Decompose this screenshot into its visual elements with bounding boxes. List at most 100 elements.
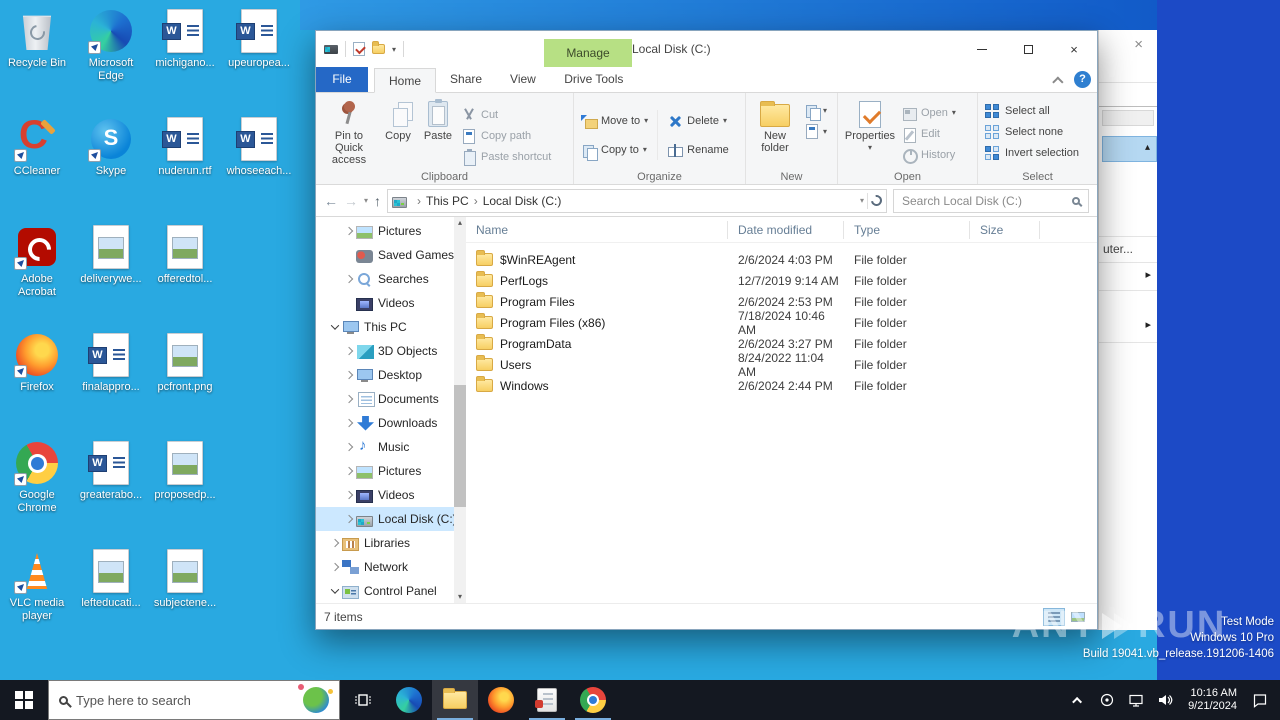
start-button[interactable]	[0, 680, 48, 720]
tab-drive-tools[interactable]: Drive Tools	[550, 67, 638, 92]
tray-volume-button[interactable]	[1155, 680, 1175, 720]
tree-item-downloads[interactable]: Downloads	[316, 411, 454, 435]
tab-share[interactable]: Share	[436, 67, 496, 92]
desktop-icon-skype[interactable]: Skype	[74, 112, 148, 220]
pin-to-quick-access-button[interactable]: Pin to Quick access	[320, 96, 378, 166]
desktop-icon-proposedp-image[interactable]: proposedp...	[148, 436, 222, 544]
chevron-right-icon[interactable]	[342, 442, 356, 452]
column-header-date-modified[interactable]: Date modified	[728, 220, 844, 239]
copy-button[interactable]: Copy	[378, 96, 418, 142]
forward-button[interactable]: →	[344, 194, 358, 208]
new-folder-button[interactable]: New folder	[750, 96, 800, 154]
new-folder-qat-button[interactable]	[372, 41, 385, 54]
cut-button[interactable]: Cut	[458, 104, 554, 125]
taskbar-clock[interactable]: 10:16 AM 9/21/2024	[1184, 687, 1241, 713]
background-window-close-icon[interactable]: ×	[1134, 36, 1143, 53]
easy-access-button[interactable]: ▾	[804, 123, 827, 139]
submenu-arrow-icon[interactable]: ▸	[1145, 268, 1151, 281]
chevron-right-icon[interactable]	[342, 226, 356, 236]
chevron-down-icon[interactable]	[328, 321, 342, 330]
up-button[interactable]: ↑	[374, 194, 381, 208]
desktop-icon-michigano-doc[interactable]: michigano...	[148, 4, 222, 112]
taskbar-chrome-button[interactable]	[570, 680, 616, 720]
desktop-icon-ccleaner[interactable]: CCleaner	[0, 112, 74, 220]
copy-path-button[interactable]: Copy path	[458, 125, 554, 146]
desktop-icon-greaterabo-doc[interactable]: greaterabo...	[74, 436, 148, 544]
rename-button[interactable]: Rename	[664, 139, 732, 160]
scroll-down-icon[interactable]: ▾	[454, 591, 466, 603]
customize-toolbar-caret-icon[interactable]: ▾	[392, 45, 396, 54]
chevron-right-icon[interactable]	[342, 490, 356, 500]
tree-item-videos-pc[interactable]: Videos	[316, 483, 454, 507]
details-view-button[interactable]	[1043, 607, 1065, 626]
tray-expand-button[interactable]	[1068, 680, 1088, 720]
maximize-button[interactable]	[1005, 31, 1051, 67]
tree-item-documents[interactable]: Documents	[316, 387, 454, 411]
tree-item-desktop[interactable]: Desktop	[316, 363, 454, 387]
recent-locations-caret-icon[interactable]: ▾	[364, 196, 368, 205]
tree-item-network[interactable]: Network	[316, 555, 454, 579]
tree-item-searches[interactable]: Searches	[316, 267, 454, 291]
properties-qat-button[interactable]	[353, 42, 365, 56]
file-row-windows[interactable]: Windows 2/6/2024 2:44 PM File folder	[466, 375, 1097, 396]
chevron-right-icon[interactable]	[342, 514, 356, 524]
tree-item-control-panel[interactable]: Control Panel	[316, 579, 454, 603]
background-window-scroll-up-button[interactable]	[1102, 136, 1157, 162]
chevron-right-icon[interactable]	[342, 466, 356, 476]
tree-item-saved-games[interactable]: Saved Games	[316, 243, 454, 267]
file-row-users[interactable]: Users 8/24/2022 11:04 AM File folder	[466, 351, 1097, 379]
desktop-icon-google-chrome[interactable]: Google Chrome	[0, 436, 74, 544]
taskbar-search-input[interactable]: Type here to search	[48, 680, 340, 720]
history-button[interactable]: History	[898, 144, 959, 165]
breadcrumb-this-pc[interactable]: This PC	[426, 194, 469, 208]
move-to-button[interactable]: Move to ▾	[578, 110, 651, 131]
properties-button[interactable]: Properties ▾	[842, 96, 898, 154]
close-button[interactable]: ×	[1051, 31, 1097, 67]
desktop-icon-finalappro-doc[interactable]: finalappro...	[74, 328, 148, 436]
tree-item-local-disk-c[interactable]: Local Disk (C:)	[316, 507, 454, 531]
refresh-icon[interactable]	[868, 192, 885, 209]
taskbar-edge-button[interactable]	[386, 680, 432, 720]
file-row-perflogs[interactable]: PerfLogs 12/7/2019 9:14 AM File folder	[466, 270, 1097, 291]
tab-file[interactable]: File	[316, 67, 368, 92]
address-dropdown-caret-icon[interactable]: ▾	[860, 196, 864, 205]
tree-scrollbar[interactable]: ▴ ▾	[454, 217, 466, 603]
desktop-icon-lefteducati-image[interactable]: lefteducati...	[74, 544, 148, 652]
desktop-icon-deliverywe-image[interactable]: deliverywe...	[74, 220, 148, 328]
manage-contextual-tab[interactable]: Manage	[544, 39, 632, 67]
delete-button[interactable]: Delete ▾	[664, 110, 732, 131]
edit-button[interactable]: Edit	[898, 123, 959, 144]
tree-item-3d-objects[interactable]: 3D Objects	[316, 339, 454, 363]
desktop-icon-microsoft-edge[interactable]: Microsoft Edge	[74, 4, 148, 112]
column-header-size[interactable]: Size	[970, 220, 1040, 239]
file-row-winreagent[interactable]: $WinREAgent 2/6/2024 4:03 PM File folder	[466, 249, 1097, 270]
desktop-icon-nuderun-rtf[interactable]: nuderun.rtf	[148, 112, 222, 220]
background-window-menu-item[interactable]: uter...	[1103, 242, 1133, 256]
chevron-right-icon[interactable]	[342, 370, 356, 380]
select-none-button[interactable]: Select none	[982, 121, 1082, 142]
breadcrumb-local-disk[interactable]: Local Disk (C:)	[483, 194, 562, 208]
minimize-button[interactable]	[959, 31, 1005, 67]
tab-view[interactable]: View	[496, 67, 550, 92]
desktop-icon-vlc[interactable]: VLC media player	[0, 544, 74, 652]
open-button[interactable]: Open ▾	[898, 102, 959, 123]
chevron-right-icon[interactable]	[328, 538, 342, 548]
desktop-icon-recycle-bin[interactable]: Recycle Bin	[0, 4, 74, 112]
task-view-button[interactable]	[340, 680, 386, 720]
tree-item-pictures-pc[interactable]: Pictures	[316, 459, 454, 483]
tree-item-this-pc[interactable]: This PC	[316, 315, 454, 339]
desktop-icon-subjectene-image[interactable]: subjectene...	[148, 544, 222, 652]
tab-home[interactable]: Home	[374, 68, 437, 93]
address-bar[interactable]: › This PC › Local Disk (C:) ▾	[387, 188, 887, 213]
taskbar-file-explorer-button[interactable]	[432, 680, 478, 720]
background-window-button[interactable]	[1102, 110, 1154, 126]
tree-item-pictures[interactable]: Pictures	[316, 219, 454, 243]
column-header-name[interactable]: Name	[466, 220, 728, 239]
chevron-down-icon[interactable]	[328, 585, 342, 594]
help-icon[interactable]	[1074, 71, 1091, 88]
chevron-right-icon[interactable]	[342, 346, 356, 356]
desktop-icon-pcfront-png[interactable]: pcfront.png	[148, 328, 222, 436]
desktop-icon-offeredtol-image[interactable]: offeredtol...	[148, 220, 222, 328]
action-center-button[interactable]	[1250, 680, 1270, 720]
back-button[interactable]: ←	[324, 194, 338, 208]
